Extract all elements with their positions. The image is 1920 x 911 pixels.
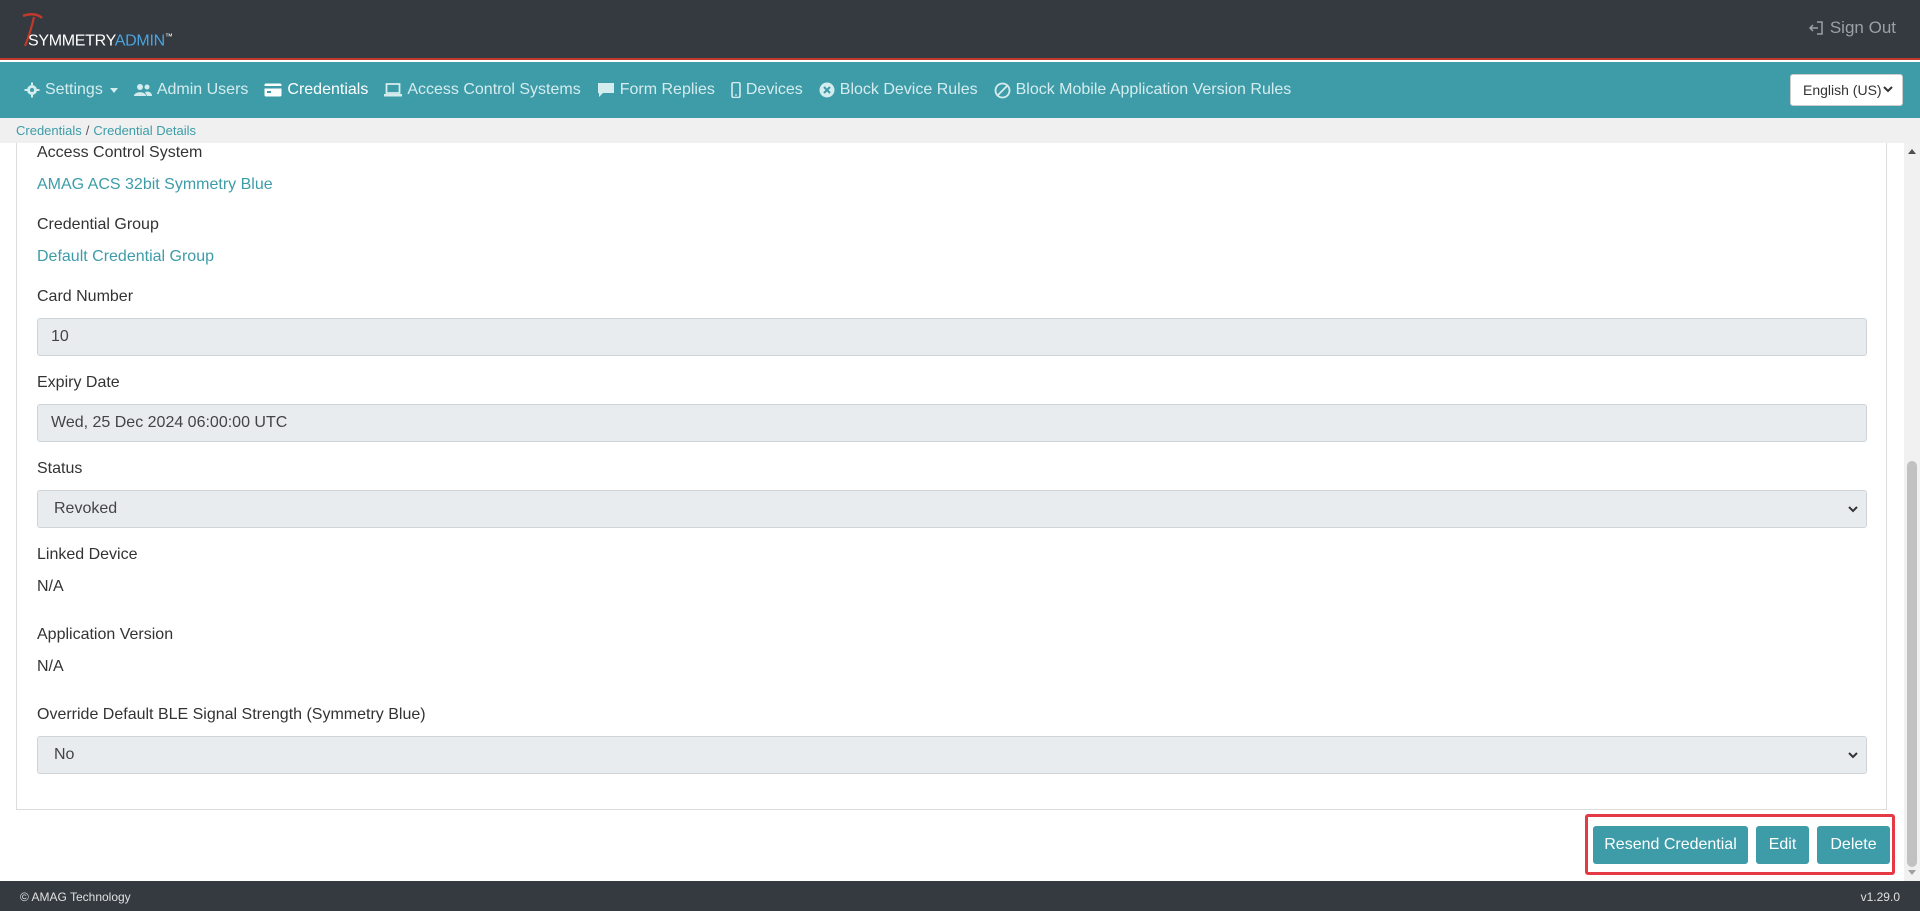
- edit-button[interactable]: Edit: [1756, 826, 1809, 864]
- footer-version: v1.29.0: [1860, 890, 1900, 904]
- nav-item-admin-users[interactable]: Admin Users: [133, 81, 249, 99]
- sign-out-label: Sign Out: [1829, 18, 1896, 37]
- language-value: English (US): [1803, 82, 1882, 98]
- ble-override-value: No: [54, 746, 75, 763]
- linked-device-value: N/A: [37, 578, 64, 595]
- nav-item-form-replies[interactable]: Form Replies: [597, 81, 715, 99]
- scrollbar-thumb[interactable]: [1907, 461, 1917, 867]
- access-control-system-label: Access Control System: [37, 144, 203, 161]
- breadcrumb: Credentials / Credential Details: [0, 118, 1920, 143]
- nav-label-block-mobile-app-version-rules: Block Mobile Application Version Rules: [1015, 81, 1292, 98]
- resend-credential-button[interactable]: Resend Credential: [1593, 826, 1748, 864]
- x-circle-icon: [819, 82, 835, 98]
- logo-part-admin: ADMIN: [114, 32, 165, 50]
- ble-override-label: Override Default BLE Signal Strength (Sy…: [37, 706, 426, 723]
- nav-label-settings: Settings: [45, 81, 103, 98]
- status-label: Status: [37, 460, 83, 477]
- breadcrumb-credential-details-link[interactable]: Credential Details: [93, 123, 196, 138]
- nav-item-block-device-rules[interactable]: Block Device Rules: [819, 81, 978, 99]
- expiry-date-field[interactable]: Wed, 25 Dec 2024 06:00:00 UTC: [37, 404, 1867, 442]
- content-area: Access Control System AMAG ACS 32bit Sym…: [0, 143, 1904, 881]
- ban-icon: [994, 82, 1010, 98]
- chevron-down-icon: [1883, 86, 1893, 93]
- nav-item-settings[interactable]: Settings: [24, 81, 118, 99]
- vertical-scrollbar[interactable]: [1904, 143, 1920, 881]
- status-select[interactable]: Revoked: [37, 490, 1867, 528]
- comment-icon: [597, 83, 614, 97]
- expiry-date-label: Expiry Date: [37, 374, 120, 391]
- application-version-label: Application Version: [37, 626, 174, 643]
- status-value: Revoked: [54, 500, 118, 517]
- action-buttons-group: Resend Credential Edit Delete: [1585, 814, 1895, 875]
- chevron-down-icon: [109, 87, 118, 93]
- nav-label-access-control-systems: Access Control Systems: [407, 81, 581, 98]
- nav-item-access-control-systems[interactable]: Access Control Systems: [384, 81, 581, 99]
- breadcrumb-credentials-link[interactable]: Credentials: [16, 123, 82, 138]
- breadcrumb-separator: /: [85, 123, 90, 138]
- nav-item-devices[interactable]: Devices: [731, 81, 803, 99]
- logo-part-symmetry: SYMMETRY: [28, 32, 115, 50]
- sign-out-button[interactable]: Sign Out: [1808, 18, 1896, 38]
- ble-override-select[interactable]: No: [37, 736, 1867, 774]
- delete-button[interactable]: Delete: [1817, 826, 1890, 864]
- symmetry-admin-logo[interactable]: SYMMETRYADMIN™: [20, 12, 240, 52]
- chevron-down-icon: [1848, 752, 1858, 759]
- scroll-down-arrow-icon[interactable]: [1908, 870, 1916, 875]
- nav-item-block-mobile-app-version-rules[interactable]: Block Mobile Application Version Rules: [994, 81, 1292, 99]
- laptop-icon: [384, 83, 403, 97]
- card-number-field[interactable]: 10: [37, 318, 1867, 356]
- main-nav: Settings Admin Users Credentials Access …: [0, 62, 1920, 118]
- card-icon: [264, 83, 282, 97]
- nav-label-block-device-rules: Block Device Rules: [839, 81, 978, 98]
- nav-label-devices: Devices: [745, 81, 803, 98]
- linked-device-label: Linked Device: [37, 546, 138, 563]
- chevron-down-icon: [1848, 506, 1858, 513]
- card-number-label: Card Number: [37, 288, 134, 305]
- nav-item-credentials[interactable]: Credentials: [264, 81, 368, 99]
- nav-label-credentials: Credentials: [287, 81, 369, 98]
- nav-label-form-replies: Form Replies: [619, 81, 715, 98]
- card-number-value: 10: [51, 328, 69, 345]
- mobile-icon: [731, 82, 741, 98]
- sign-out-icon: [1808, 21, 1823, 35]
- credential-group-label: Credential Group: [37, 216, 159, 233]
- scroll-up-arrow-icon[interactable]: [1908, 149, 1916, 154]
- application-version-value: N/A: [37, 658, 64, 675]
- expiry-date-value: Wed, 25 Dec 2024 06:00:00 UTC: [51, 414, 288, 431]
- nav-label-admin-users: Admin Users: [156, 81, 249, 98]
- footer: © AMAG Technology v1.29.0: [0, 881, 1920, 911]
- language-select[interactable]: English (US): [1790, 74, 1903, 106]
- logo-trademark: ™: [164, 32, 173, 41]
- logo-text: SYMMETRYADMIN™: [28, 32, 173, 50]
- users-icon: [133, 84, 152, 96]
- gear-icon: [24, 82, 40, 98]
- footer-copyright: © AMAG Technology: [20, 890, 131, 904]
- credential-group-link[interactable]: Default Credential Group: [37, 248, 214, 266]
- access-control-system-link[interactable]: AMAG ACS 32bit Symmetry Blue: [37, 176, 273, 194]
- top-header: SYMMETRYADMIN™ Sign Out: [0, 0, 1920, 60]
